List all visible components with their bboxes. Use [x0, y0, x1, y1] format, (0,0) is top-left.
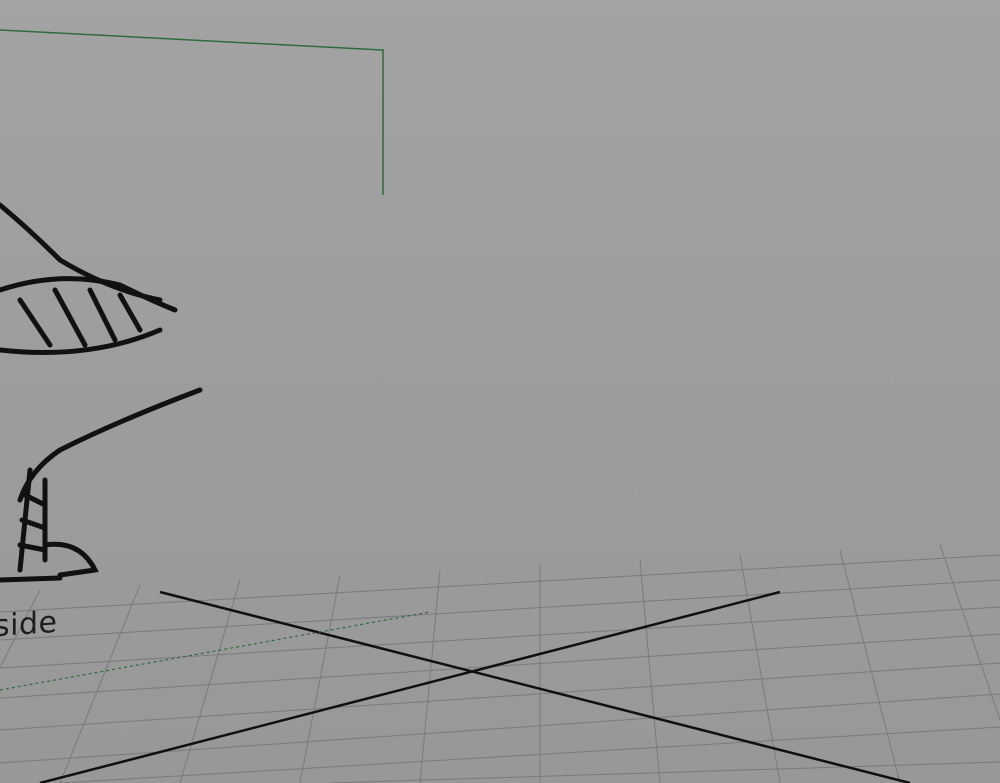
reference-sketch [0, 202, 203, 583]
3d-viewport[interactable]: side [0, 0, 1000, 783]
camera-label: side [0, 604, 58, 645]
dashed-green-guide [0, 611, 431, 691]
viewport-canvas[interactable] [0, 0, 1000, 783]
image-plane [0, 29, 384, 583]
